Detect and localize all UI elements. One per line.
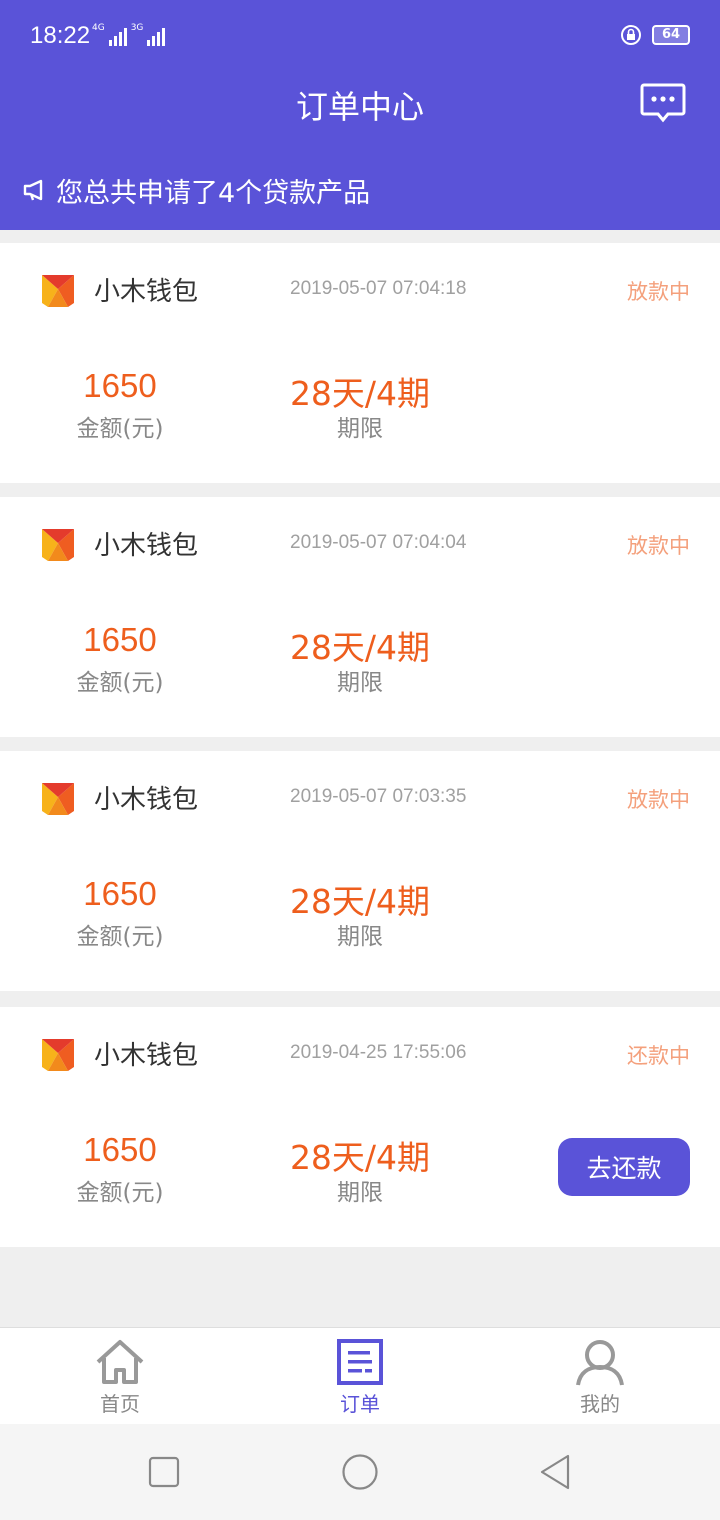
- signal-icon: [108, 26, 127, 46]
- order-time: 2019-05-07 07:04:18: [290, 278, 467, 299]
- order-time: 2019-05-07 07:03:35: [290, 786, 467, 807]
- network-type-1: 4G: [92, 23, 105, 33]
- product-name: 小木钱包: [94, 531, 199, 561]
- header: 18:22 4G 3G 64 订单中心 您总共申请了4个贷款产品: [0, 0, 720, 230]
- signal-icon: [147, 26, 166, 46]
- loan-term: 28天/4期: [289, 882, 431, 921]
- xiaomu-wallet-logo-icon: [42, 1039, 74, 1071]
- order-time: 2019-04-25 17:55:06: [290, 1042, 467, 1063]
- network-type-2: 3G: [130, 23, 144, 33]
- loan-term-label: 期限: [337, 670, 383, 696]
- rotation-lock-icon: [621, 25, 641, 45]
- message-button[interactable]: [640, 82, 686, 124]
- loan-amount: 1650: [83, 367, 157, 404]
- repay-button[interactable]: 去还款: [558, 1138, 690, 1196]
- order-status: 放款中: [627, 280, 690, 304]
- status-bar: 18:22 4G 3G 64: [0, 0, 720, 72]
- notice-text: 您总共申请了4个贷款产品: [56, 177, 371, 209]
- order-status: 放款中: [627, 788, 690, 812]
- megaphone-icon: [23, 179, 43, 201]
- tab-home[interactable]: 首页: [60, 1328, 180, 1425]
- page-title: 订单中心: [295, 88, 424, 126]
- order-card[interactable]: 小木钱包 2019-05-07 07:04:18 放款中 1650 金额(元) …: [0, 243, 720, 483]
- product-name: 小木钱包: [94, 1041, 199, 1071]
- status-time: 18:22: [30, 22, 91, 49]
- loan-amount-label: 金额(元): [76, 1180, 164, 1206]
- system-navigation-bar: [0, 1424, 720, 1520]
- tab-mine[interactable]: 我的: [540, 1328, 660, 1425]
- order-status: 放款中: [627, 534, 690, 558]
- status-right: 64: [620, 24, 690, 46]
- tab-orders[interactable]: 订单: [300, 1328, 420, 1425]
- home-button[interactable]: [341, 1453, 379, 1491]
- message-icon: [640, 83, 686, 123]
- loan-term-label: 期限: [337, 924, 383, 950]
- order-card[interactable]: 小木钱包 2019-04-25 17:55:06 还款中 1650 金额(元) …: [0, 1007, 720, 1247]
- notice-bar: 您总共申请了4个贷款产品: [22, 172, 371, 209]
- tab-mine-label: 我的: [580, 1392, 620, 1416]
- loan-amount-label: 金额(元): [76, 416, 164, 442]
- product-name: 小木钱包: [94, 277, 199, 307]
- xiaomu-wallet-logo-icon: [42, 275, 74, 307]
- battery-icon: 64: [652, 25, 690, 45]
- user-icon: [576, 1340, 624, 1386]
- tab-orders-label: 订单: [340, 1392, 380, 1416]
- tab-home-label: 首页: [100, 1392, 140, 1416]
- product-name: 小木钱包: [94, 785, 199, 815]
- loan-term: 28天/4期: [289, 374, 431, 413]
- loan-amount: 1650: [83, 621, 157, 658]
- loan-amount: 1650: [83, 1131, 157, 1168]
- recent-apps-button[interactable]: [148, 1456, 180, 1488]
- order-time: 2019-05-07 07:04:04: [290, 532, 467, 553]
- orders-icon: [337, 1339, 383, 1385]
- loan-term-label: 期限: [337, 416, 383, 442]
- xiaomu-wallet-logo-icon: [42, 529, 74, 561]
- network-indicator: 4G 3G: [92, 23, 166, 46]
- home-icon: [96, 1340, 144, 1384]
- order-status: 还款中: [627, 1044, 690, 1068]
- xiaomu-wallet-logo-icon: [42, 783, 74, 815]
- loan-amount: 1650: [83, 875, 157, 912]
- loan-amount-label: 金额(元): [76, 670, 164, 696]
- loan-term: 28天/4期: [289, 628, 431, 667]
- loan-term: 28天/4期: [289, 1138, 431, 1177]
- loan-term-label: 期限: [337, 1180, 383, 1206]
- loan-amount-label: 金额(元): [76, 924, 164, 950]
- order-card[interactable]: 小木钱包 2019-05-07 07:04:04 放款中 1650 金额(元) …: [0, 497, 720, 737]
- back-button[interactable]: [538, 1453, 572, 1491]
- tab-bar: 首页 订单 我的: [0, 1327, 720, 1424]
- order-card[interactable]: 小木钱包 2019-05-07 07:03:35 放款中 1650 金额(元) …: [0, 751, 720, 991]
